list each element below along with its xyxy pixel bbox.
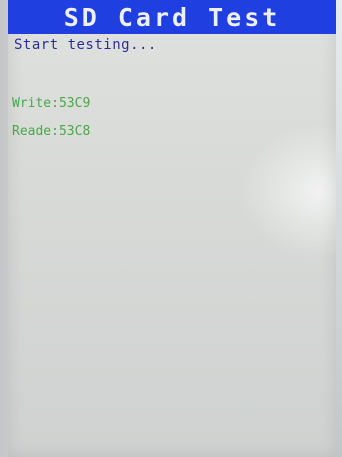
title-bar: SD Card Test xyxy=(8,0,336,34)
device-bezel-edge xyxy=(336,0,342,457)
write-result: Write:53C9 xyxy=(12,96,91,111)
read-result: Reade:53C8 xyxy=(12,124,91,139)
screen-title: SD Card Test xyxy=(63,2,281,32)
status-text: Start testing... xyxy=(14,37,157,53)
photo-frame: SD Card Test Start testing... Write:53C9… xyxy=(0,0,342,457)
lcd-screen: SD Card Test Start testing... Write:53C9… xyxy=(8,0,336,457)
